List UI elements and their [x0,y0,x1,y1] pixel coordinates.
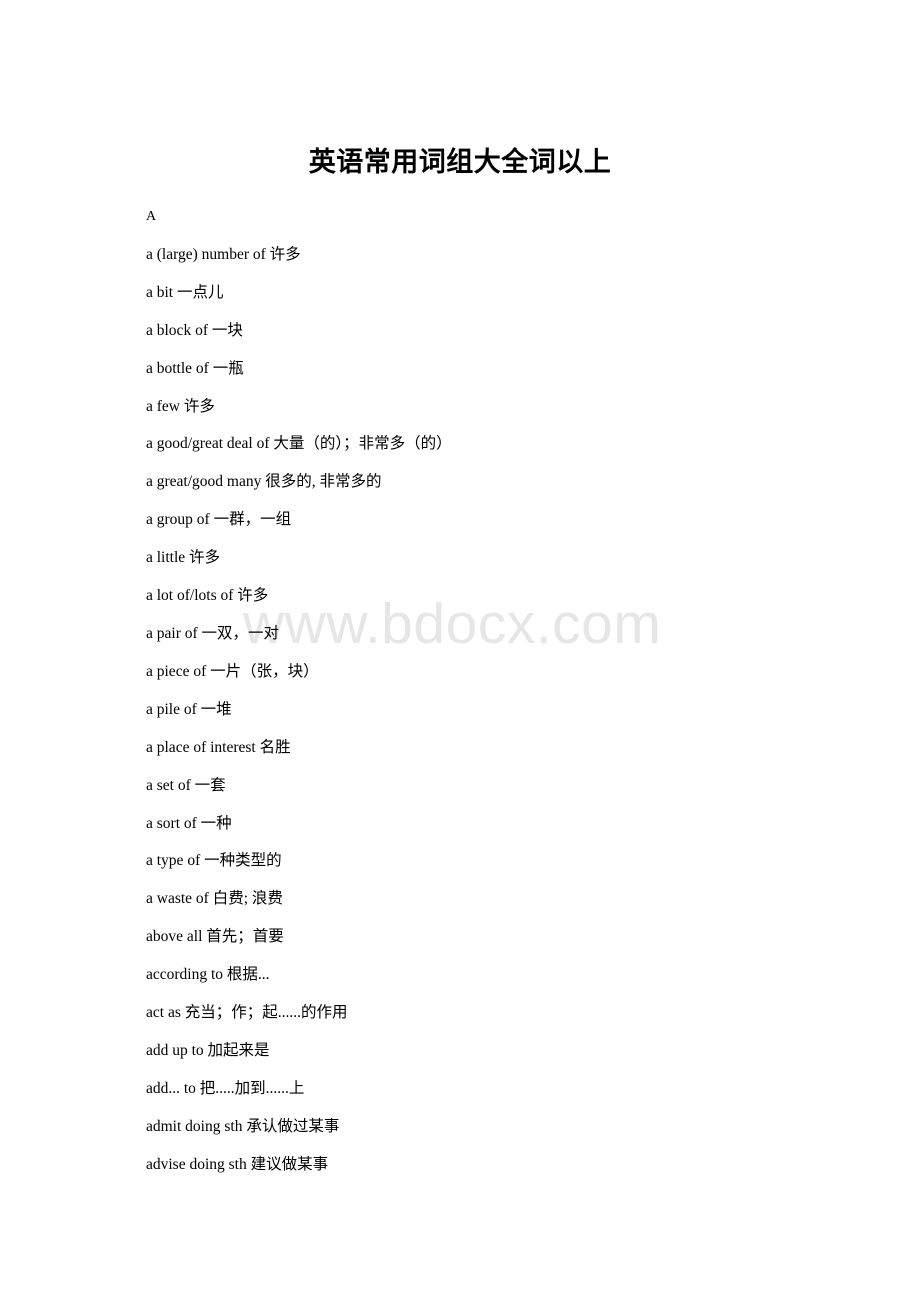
list-item: a bit 一点儿 [146,283,224,301]
list-item: a good/great deal of 大量（的）；非常多（的） [146,435,452,453]
list-item: a pile of 一堆 [146,700,232,718]
list-item: a few 许多 [146,397,215,415]
page-title: 英语常用词组大全词以上 [308,147,612,177]
list-item: a pair of 一双，一对 [146,624,280,642]
list-item: a bottle of 一瓶 [146,359,244,377]
list-item: a block of 一块 [146,321,243,339]
list-item: add up to 加起来是 [146,1041,270,1059]
list-item: a piece of 一片（张，块） [146,662,319,680]
phrase-list: A a (large) number of 许多 a bit 一点儿 a blo… [146,198,846,1184]
document-page: www.bdocx.com 英语常用词组大全词以上 A a (large) nu… [0,0,920,1302]
list-item: admit doing sth 承认做过某事 [146,1117,340,1135]
list-item: a place of interest 名胜 [146,738,291,756]
section-letter-a: A [146,209,157,224]
list-item: advise doing sth 建议做某事 [146,1155,329,1173]
list-item: a great/good many 很多的, 非常多的 [146,473,382,491]
list-item: act as 充当；作；起......的作用 [146,1004,348,1022]
list-item: a group of 一群，一组 [146,511,292,529]
list-item: a sort of 一种 [146,814,232,832]
list-item: a type of 一种类型的 [146,852,282,870]
list-item: a waste of 白费; 浪费 [146,890,283,908]
list-item: add... to 把.....加到......上 [146,1079,305,1097]
list-item: according to 根据... [146,966,270,984]
list-item: a (large) number of 许多 [146,245,301,263]
list-item: a set of 一套 [146,776,226,794]
list-item: above all 首先；首要 [146,928,284,946]
list-item: a lot of/lots of 许多 [146,587,269,605]
list-item: a little 许多 [146,549,221,567]
